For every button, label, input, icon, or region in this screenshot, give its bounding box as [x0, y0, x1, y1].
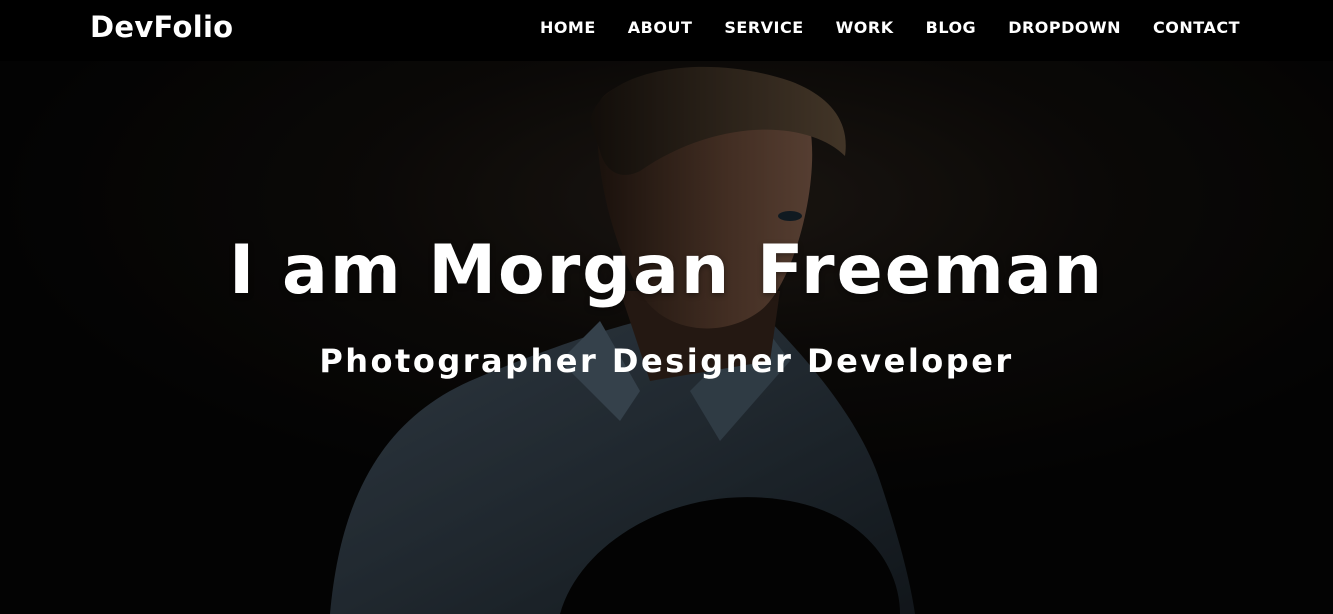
nav-link-service[interactable]: SERVICE — [724, 18, 803, 37]
hero-subtitle: Photographer Designer Developer — [319, 342, 1014, 380]
page: DevFolio HOME ABOUT SERVICE WORK BLOG DR… — [0, 0, 1333, 614]
nav-item-about: ABOUT — [628, 18, 693, 38]
nav-link-home[interactable]: HOME — [540, 18, 596, 37]
brand-logo[interactable]: DevFolio — [90, 10, 233, 44]
navbar: DevFolio HOME ABOUT SERVICE WORK BLOG DR… — [0, 0, 1333, 61]
nav-item-service: SERVICE — [724, 18, 803, 38]
nav-link-dropdown[interactable]: DROPDOWN — [1008, 18, 1121, 37]
nav-link-blog[interactable]: BLOG — [926, 18, 977, 37]
nav-menu: HOME ABOUT SERVICE WORK BLOG DROPDOWN CO… — [508, 18, 1240, 38]
nav-item-dropdown: DROPDOWN — [1008, 18, 1121, 38]
nav-item-contact: CONTACT — [1153, 18, 1240, 38]
hero-section: I am Morgan Freeman Photographer Designe… — [0, 61, 1333, 614]
nav-item-home: HOME — [540, 18, 596, 38]
nav-item-blog: BLOG — [926, 18, 977, 38]
nav-link-about[interactable]: ABOUT — [628, 18, 693, 37]
hero-overlay — [0, 61, 1333, 614]
nav-link-work[interactable]: WORK — [836, 18, 894, 37]
nav-item-work: WORK — [836, 18, 894, 38]
hero-title: I am Morgan Freeman — [229, 231, 1104, 310]
nav-link-contact[interactable]: CONTACT — [1153, 18, 1240, 37]
